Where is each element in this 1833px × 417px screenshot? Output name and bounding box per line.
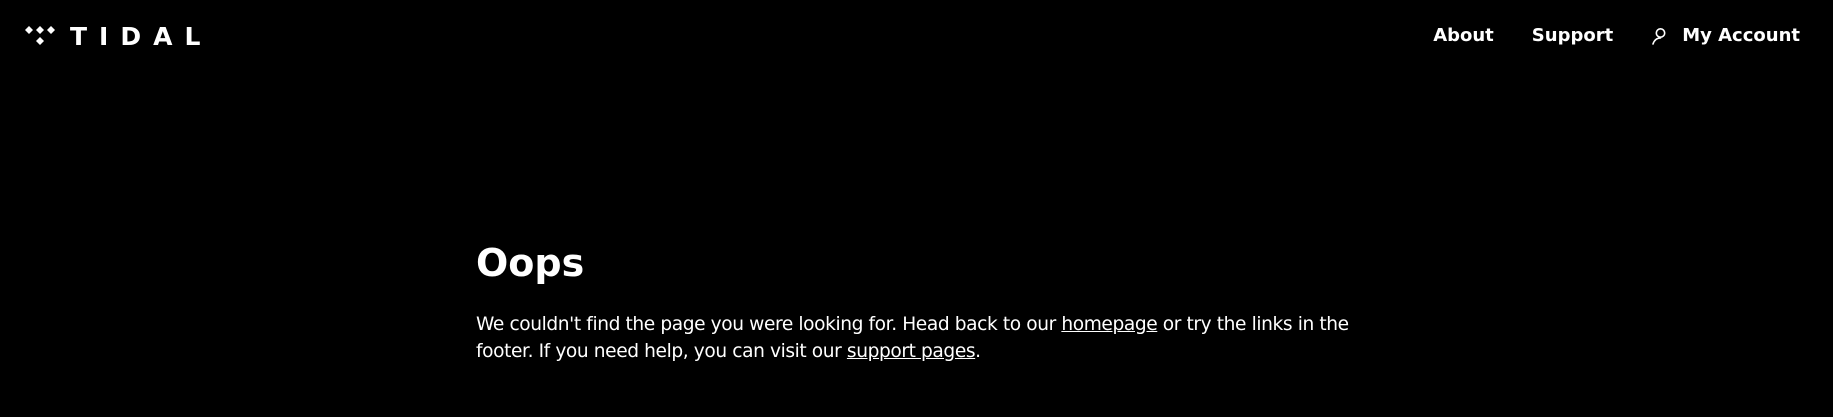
nav-my-account-link[interactable]: My Account [1651,22,1800,50]
tidal-diamonds-icon [25,26,55,45]
nav-about-link[interactable]: About [1433,22,1494,50]
site-header: TIDAL About Support My Account [0,0,1833,72]
user-icon [1652,28,1666,45]
nav-support-link[interactable]: Support [1532,22,1613,50]
error-content: Oops We couldn't find the page you were … [476,240,1376,384]
message-text: We couldn't find the page you were looki… [476,314,1062,335]
message-text: . [975,341,981,362]
page-title: Oops [476,241,585,285]
support-pages-link[interactable]: support pages [847,341,976,362]
error-message: We couldn't find the page you were looki… [476,311,1376,365]
my-account-label: My Account [1682,25,1800,46]
homepage-link[interactable]: homepage [1061,314,1157,335]
error-page: TIDAL About Support My Account Oops We c… [0,0,1833,417]
tidal-wordmark: TIDAL [70,22,213,51]
top-nav: About Support My Account [1433,22,1800,50]
tidal-home-link[interactable]: TIDAL [24,22,212,52]
